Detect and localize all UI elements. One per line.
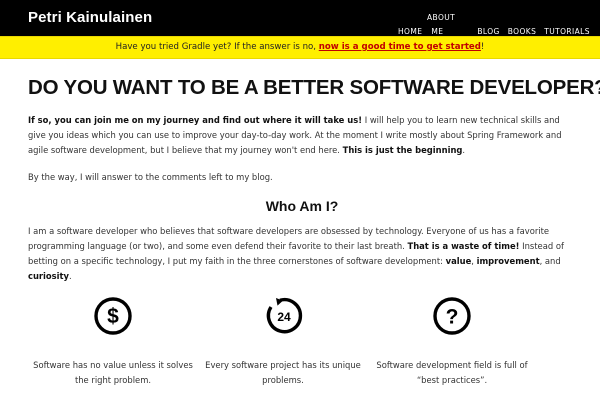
svg-text:$: $ <box>107 305 119 328</box>
notice-text: Have you tried Gradle yet? If the answer… <box>0 42 600 52</box>
nav-item-about[interactable]: ABOUT <box>427 13 455 22</box>
feature-value-text: Software has no value unless it solves t… <box>33 360 193 385</box>
about-sep-2: , and <box>539 256 561 266</box>
nav-item-books[interactable]: BOOKS <box>508 27 537 36</box>
notice-banner: Have you tried Gradle yet? If the answer… <box>0 36 600 59</box>
top-navigation-bar: Petri Kainulainen ABOUT HOME ME BLOG BOO… <box>0 0 600 36</box>
nav-menu: HOME ME BLOG BOOKS TUTORIALS <box>398 27 590 36</box>
clock-24-icon: 24 <box>266 298 303 334</box>
feature-value: $ Software has no value unless it solves… <box>28 296 198 388</box>
feature-row: $ Software has no value unless it solves… <box>0 296 600 400</box>
comments-paragraph: By the way, I will answer to the comment… <box>28 172 273 182</box>
about-bold-1: That is a waste of time! <box>407 241 520 251</box>
nav-item-tutorials[interactable]: TUTORIALS <box>544 27 590 36</box>
page-headline: DO YOU WANT TO BE A BETTER SOFTWARE DEVE… <box>28 76 600 99</box>
question-icon: ? <box>433 297 471 335</box>
intro-bold-end: This is just the beginning <box>342 145 463 155</box>
about-paragraph: I am a software developer who believes t… <box>28 224 576 284</box>
section-title-who-am-i: Who Am I? <box>265 198 339 214</box>
nav-item-home[interactable]: HOME <box>398 27 422 36</box>
main-content: DO YOU WANT TO BE A BETTER SOFTWARE DEVE… <box>28 76 600 284</box>
nav-item-blog[interactable]: BLOG <box>477 27 499 36</box>
intro-bold: If so, you can join me on my journey and… <box>28 115 363 125</box>
notice-link[interactable]: now is a good time to get started <box>319 42 481 52</box>
svg-text:?: ? <box>446 306 459 329</box>
about-value: value <box>445 256 472 266</box>
feature-improvement: 24 Every software project has its unique… <box>198 296 368 388</box>
dollar-icon: $ <box>94 297 132 335</box>
nav-item-me[interactable]: ME <box>431 27 443 36</box>
intro-paragraph: If so, you can join me on my journey and… <box>28 113 576 158</box>
about-curiosity: curiosity <box>28 271 69 281</box>
feature-curiosity: ? Software development field is full of … <box>367 296 537 388</box>
clock-24-label: 24 <box>277 310 291 324</box>
feature-improvement-text: Every software project has its unique pr… <box>205 360 361 385</box>
about-improvement: improvement <box>476 256 540 266</box>
site-brand[interactable]: Petri Kainulainen <box>28 9 152 26</box>
notice-prefix: Have you tried Gradle yet? If the answer… <box>115 42 319 52</box>
feature-curiosity-text: Software development field is full of “b… <box>376 360 528 385</box>
about-end: . <box>69 271 72 281</box>
notice-suffix: ! <box>480 42 485 52</box>
intro-end: . <box>462 145 466 155</box>
